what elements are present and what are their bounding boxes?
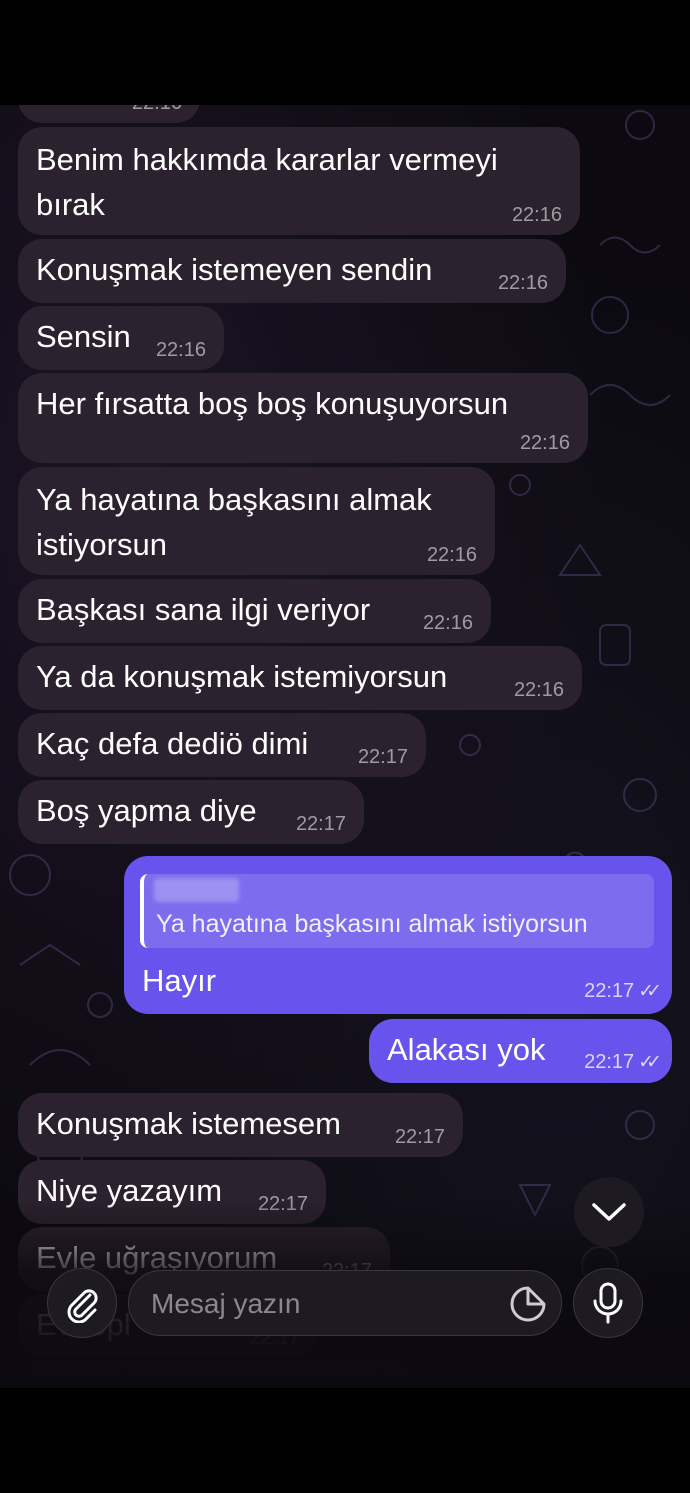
message-time: 22:16 (497, 272, 548, 294)
message-time: 22:17 ✓✓ (584, 980, 662, 1002)
message-bubble[interactable]: Kaç defa dediö dimi 22:17 (18, 713, 426, 777)
message-time: 22:17 (357, 746, 408, 768)
message-text: Ya da konuşmak istemiyorsun (36, 659, 448, 694)
message-bubble-outgoing[interactable]: Ya hayatına başkasını almak istiyorsun H… (124, 856, 672, 1014)
bottom-black-area (0, 1388, 690, 1493)
double-check-icon: ✓✓ (638, 981, 662, 1002)
message-text: Başkası sana ilgi veriyor (36, 592, 371, 627)
message-text: Konuşmak istemeyen sendin (36, 252, 433, 287)
message-time: 22:16 (155, 339, 206, 361)
message-text: Alakası yok (387, 1032, 546, 1067)
reply-quote[interactable]: Ya hayatına başkasını almak istiyorsun (140, 874, 654, 948)
message-bubble[interactable]: Ya hayatına başkasını almak istiyorsun 2… (18, 467, 495, 575)
message-bubble[interactable]: Boş yapma diye 22:17 (18, 780, 364, 844)
message-text: Kaç defa dediö dimi (36, 726, 309, 761)
message-bubble[interactable] (18, 1361, 418, 1388)
message-bubble[interactable]: Başkası sana ilgi veriyor 22:16 (18, 579, 491, 643)
message-time: 22:16 (132, 105, 182, 115)
message-text: Niye yazayım (36, 1173, 223, 1208)
message-time: 22:17 ✓✓ (584, 1051, 662, 1073)
message-bubble[interactable]: Niye yazayım 22:17 (18, 1160, 326, 1224)
message-text: Her fırsatta boş boş konuşuyorsun (36, 386, 509, 421)
message-text: Konuşmak istemesem (36, 1106, 341, 1141)
message-bubble-outgoing[interactable]: Alakası yok 22:17 ✓✓ (369, 1019, 672, 1083)
paperclip-icon (67, 1289, 98, 1323)
message-bubble[interactable]: Benim hakkımda kararlar vermeyi bırak 22… (18, 127, 580, 235)
message-time: 22:16 (519, 432, 570, 454)
message-time: 22:16 (426, 544, 477, 566)
message-time: 22:16 (511, 204, 562, 226)
message-bubble[interactable]: 22:16 (18, 105, 200, 123)
microphone-button[interactable] (573, 1268, 643, 1338)
message-bubble[interactable]: Konuşmak istemeyen sendin 22:16 (18, 239, 566, 303)
message-bubble[interactable]: Ya da konuşmak istemiyorsun 22:16 (18, 646, 582, 710)
double-check-icon: ✓✓ (638, 1052, 662, 1073)
reply-author-blurred (154, 878, 239, 902)
chevron-down-icon (592, 1203, 626, 1221)
message-time: 22:17 (295, 813, 346, 835)
message-text: Hayır (142, 963, 217, 998)
message-bubble[interactable]: Konuşmak istemesem 22:17 (18, 1093, 463, 1157)
message-text: Ya hayatına başkasını almak istiyorsun (36, 482, 432, 562)
sticker-icon[interactable] (509, 1285, 547, 1323)
message-text: Boş yapma diye (36, 793, 257, 828)
message-time: 22:16 (422, 612, 473, 634)
message-input[interactable] (149, 1279, 493, 1329)
message-time: 22:17 (394, 1126, 445, 1148)
top-black-area (0, 0, 690, 105)
scroll-down-button[interactable] (574, 1177, 644, 1247)
message-bubble[interactable]: Her fırsatta boş boş konuşuyorsun 22:16 (18, 373, 588, 463)
message-text: Benim hakkımda kararlar vermeyi bırak (36, 142, 498, 222)
message-text: Sensin (36, 319, 131, 354)
message-bubble[interactable]: Sensin 22:16 (18, 306, 224, 370)
message-time: 22:16 (513, 679, 564, 701)
message-input-container[interactable] (128, 1270, 562, 1336)
attach-button[interactable] (47, 1268, 117, 1338)
microphone-icon (593, 1282, 623, 1324)
reply-quote-text: Ya hayatına başkasını almak istiyorsun (156, 910, 588, 938)
message-time: 22:17 (257, 1193, 308, 1215)
